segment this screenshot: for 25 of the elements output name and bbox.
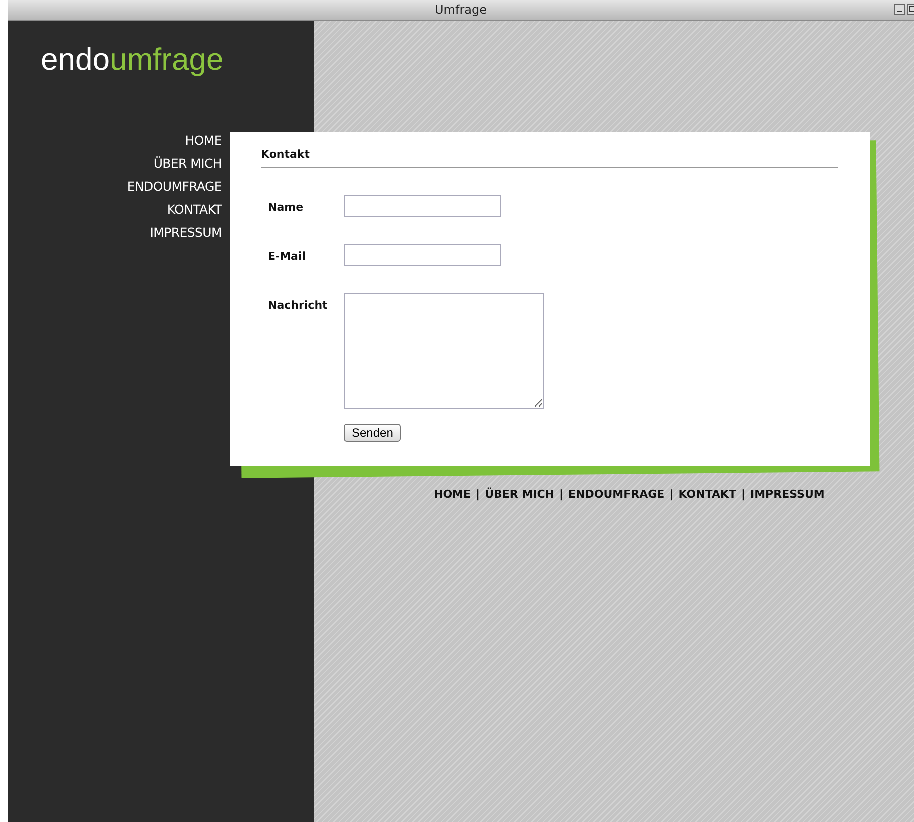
nav-link[interactable]: KONTAKT bbox=[167, 200, 222, 219]
footer-link[interactable]: HOME bbox=[434, 488, 472, 501]
footer-link[interactable]: IMPRESSUM bbox=[750, 488, 825, 501]
message-field[interactable] bbox=[344, 293, 544, 409]
field-label: Name bbox=[267, 200, 305, 214]
minimize-icon[interactable] bbox=[894, 4, 905, 15]
footer-link[interactable]: ENDOUMFRAGE bbox=[568, 488, 665, 501]
nav-link[interactable]: ÜBER MICH bbox=[154, 154, 222, 173]
separator: | bbox=[476, 488, 480, 501]
logo: endoumfrage bbox=[40, 41, 225, 79]
window-title: Umfrage bbox=[435, 3, 487, 17]
nav-link[interactable]: ENDOUMFRAGE bbox=[127, 177, 222, 196]
form-heading: Kontakt bbox=[261, 148, 838, 168]
nav-link[interactable]: HOME bbox=[185, 131, 222, 150]
input-field[interactable] bbox=[344, 244, 501, 266]
separator: | bbox=[560, 488, 564, 501]
field-label: E-Mail bbox=[267, 249, 307, 263]
separator: | bbox=[741, 488, 746, 501]
nav-link[interactable]: IMPRESSUM bbox=[150, 223, 222, 242]
footer-link[interactable]: ÜBER MICH bbox=[485, 488, 555, 501]
send-button[interactable]: Senden bbox=[344, 424, 402, 442]
footer-link[interactable]: KONTAKT bbox=[678, 488, 736, 501]
input-field[interactable] bbox=[344, 195, 501, 217]
separator: | bbox=[670, 488, 674, 501]
field-label: Nachricht bbox=[267, 298, 329, 312]
